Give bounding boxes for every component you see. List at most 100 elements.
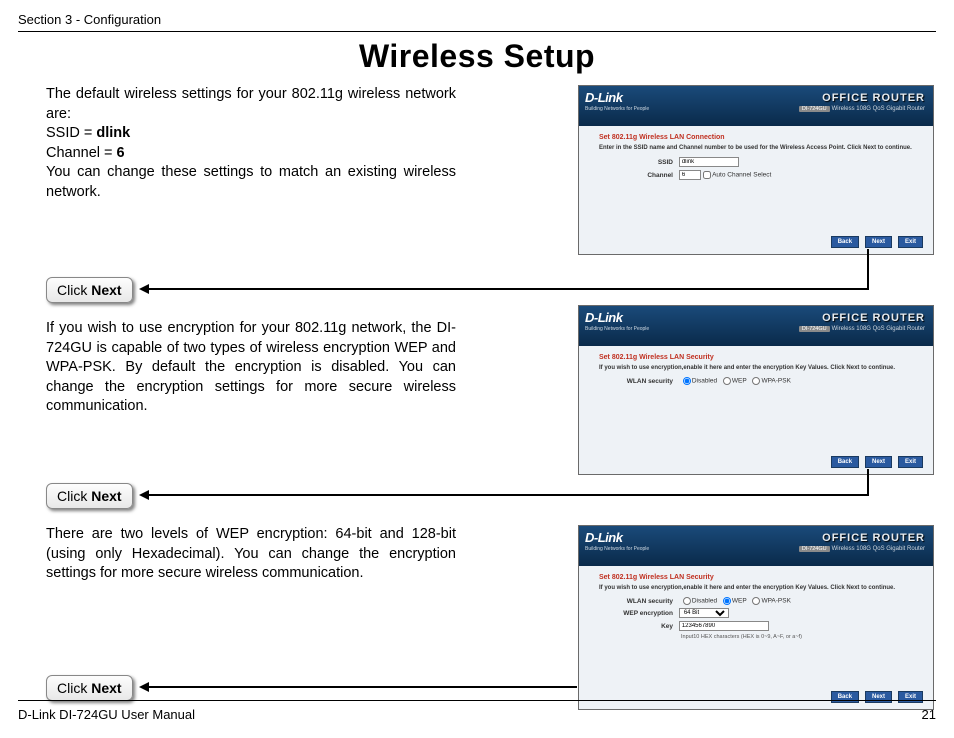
step-title: Set 802.11g Wireless LAN Security <box>599 574 913 581</box>
paragraph-1a: The default wireless settings for your 8… <box>46 85 456 124</box>
ss-button-row: Back Next Exit <box>827 456 923 468</box>
arrow-head-icon <box>139 490 149 500</box>
arrow-head-icon <box>139 682 149 692</box>
channel-line: Channel = 6 <box>46 144 456 164</box>
ssid-label: SSID = <box>46 125 96 141</box>
ss-header: D-Link Building Networks for People OFFI… <box>579 86 933 126</box>
channel-label: Channel <box>599 172 673 179</box>
radio-disabled[interactable] <box>683 597 691 605</box>
next-text: Next <box>91 680 121 696</box>
model-line: DI-724GUWireless 108G QoS Gigabit Router <box>799 326 925 332</box>
model-badge: DI-724GU <box>799 546 830 552</box>
ssid-line: SSID = dlink <box>46 124 456 144</box>
paragraph-2: If you wish to use encryption for your 8… <box>46 319 456 417</box>
opt-wep: WEP <box>732 598 747 605</box>
next-button[interactable]: Next <box>865 236 892 248</box>
step-title: Set 802.11g Wireless LAN Security <box>599 354 913 361</box>
radio-wpa[interactable] <box>752 597 760 605</box>
exit-button[interactable]: Exit <box>898 456 923 468</box>
screenshot-security: D-Link Building Networks for People OFFI… <box>578 305 934 475</box>
arrow-line <box>149 494 869 496</box>
channel-label: Channel = <box>46 145 117 161</box>
encryption-row: WEP encryption 64 Bit <box>599 608 913 618</box>
auto-channel-label: Auto Channel Select <box>712 172 771 179</box>
step-instruction: If you wish to use encryption,enable it … <box>599 365 913 371</box>
ssid-row: SSID <box>599 157 913 167</box>
content-area: The default wireless settings for your 8… <box>18 85 936 725</box>
opt-wep: WEP <box>732 378 747 385</box>
ss-title-block: OFFICE ROUTER DI-724GUWireless 108G QoS … <box>799 92 925 112</box>
security-label: WLAN security <box>599 598 673 605</box>
dlink-logo: D-Link <box>585 90 622 105</box>
page-footer: D-Link DI-724GU User Manual 21 <box>18 700 936 722</box>
dlink-tagline: Building Networks for People <box>585 546 649 552</box>
arrow-line <box>149 288 869 290</box>
office-router-label: OFFICE ROUTER <box>799 312 925 324</box>
model-text: Wireless 108G QoS Gigabit Router <box>832 326 925 332</box>
channel-input[interactable] <box>679 170 701 180</box>
section-header: Section 3 - Configuration <box>18 12 936 32</box>
model-badge: DI-724GU <box>799 326 830 332</box>
next-text: Next <box>91 488 121 504</box>
opt-disabled: Disabled <box>692 378 717 385</box>
arrow-head-icon <box>139 284 149 294</box>
encryption-label: WEP encryption <box>599 610 673 617</box>
key-input[interactable] <box>679 621 769 631</box>
opt-disabled: Disabled <box>692 598 717 605</box>
exit-button[interactable]: Exit <box>898 236 923 248</box>
ss-header: D-Link Building Networks for People OFFI… <box>579 526 933 566</box>
office-router-label: OFFICE ROUTER <box>799 532 925 544</box>
radio-wep[interactable] <box>723 377 731 385</box>
footer-left: D-Link DI-724GU User Manual <box>18 707 195 722</box>
ss-button-row: Back Next Exit <box>827 236 923 248</box>
arrow-line <box>149 686 577 688</box>
office-router-label: OFFICE ROUTER <box>799 92 925 104</box>
opt-wpa: WPA-PSK <box>761 598 791 605</box>
page-title: Wireless Setup <box>18 38 936 75</box>
click-next-1: Click Next <box>46 277 133 303</box>
click-next-3: Click Next <box>46 675 133 701</box>
ss-title-block: OFFICE ROUTER DI-724GUWireless 108G QoS … <box>799 312 925 332</box>
channel-value: 6 <box>117 145 125 161</box>
model-text: Wireless 108G QoS Gigabit Router <box>832 106 925 112</box>
dlink-tagline: Building Networks for People <box>585 106 649 112</box>
step-title: Set 802.11g Wireless LAN Connection <box>599 134 913 141</box>
ssid-value: dlink <box>96 125 130 141</box>
ss-body: Set 802.11g Wireless LAN Security If you… <box>579 566 933 648</box>
model-line: DI-724GUWireless 108G QoS Gigabit Router <box>799 546 925 552</box>
back-button[interactable]: Back <box>831 236 859 248</box>
step-instruction: If you wish to use encryption,enable it … <box>599 585 913 591</box>
radio-wep[interactable] <box>723 597 731 605</box>
security-label: WLAN security <box>599 378 673 385</box>
radio-disabled[interactable] <box>683 377 691 385</box>
click-text: Click <box>57 282 91 298</box>
model-badge: DI-724GU <box>799 106 830 112</box>
next-button[interactable]: Next <box>865 456 892 468</box>
screenshot-ssid: D-Link Building Networks for People OFFI… <box>578 85 934 255</box>
dlink-logo: D-Link <box>585 310 622 325</box>
arrow-line <box>867 249 869 290</box>
back-button[interactable]: Back <box>831 456 859 468</box>
click-next-2: Click Next <box>46 483 133 509</box>
ss-body: Set 802.11g Wireless LAN Security If you… <box>579 346 933 396</box>
security-row: WLAN security Disabled WEP WPA-PSK <box>599 597 913 605</box>
encryption-select[interactable]: 64 Bit <box>679 608 729 618</box>
footer-page-number: 21 <box>922 707 936 722</box>
next-text: Next <box>91 282 121 298</box>
model-line: DI-724GUWireless 108G QoS Gigabit Router <box>799 106 925 112</box>
channel-row: Channel Auto Channel Select <box>599 170 913 180</box>
ss-body: Set 802.11g Wireless LAN Connection Ente… <box>579 126 933 191</box>
click-text: Click <box>57 488 91 504</box>
paragraph-3: There are two levels of WEP encryption: … <box>46 525 456 584</box>
ss-header: D-Link Building Networks for People OFFI… <box>579 306 933 346</box>
step-instruction: Enter in the SSID name and Channel numbe… <box>599 145 913 151</box>
paragraph-1b: You can change these settings to match a… <box>46 163 456 202</box>
arrow-line <box>867 469 869 496</box>
key-hint: Input10 HEX characters (HEX is 0~9, A~F,… <box>681 634 913 640</box>
opt-wpa: WPA-PSK <box>761 378 791 385</box>
auto-channel-checkbox[interactable] <box>703 171 711 179</box>
click-text: Click <box>57 680 91 696</box>
radio-wpa[interactable] <box>752 377 760 385</box>
ssid-input[interactable] <box>679 157 739 167</box>
key-row: Key <box>599 621 913 631</box>
